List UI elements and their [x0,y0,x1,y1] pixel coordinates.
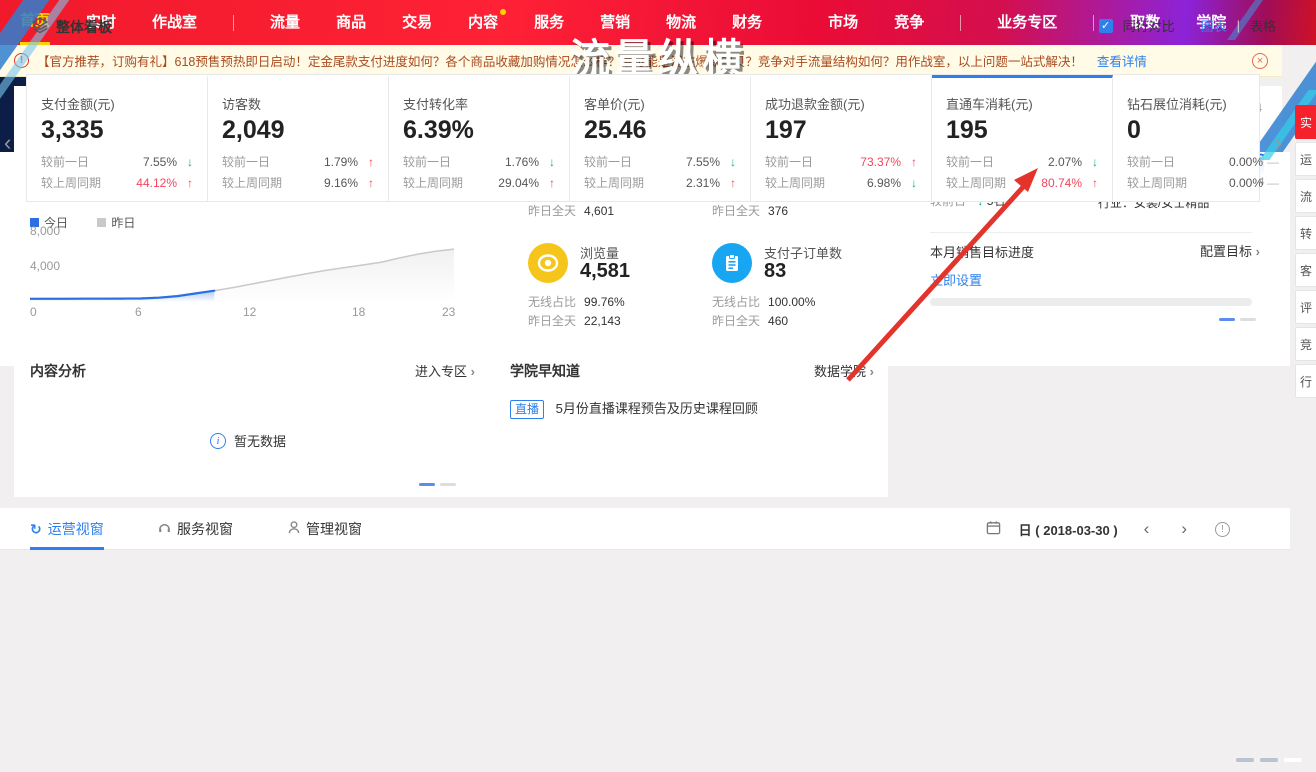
content-analysis-title: 内容分析 [30,361,86,381]
goal-title: 本月销售目标进度 [930,242,1034,261]
cards-next-button[interactable]: › [1275,130,1282,156]
prev-date-button[interactable]: ‹ [1144,519,1150,539]
layers-icon [32,17,48,38]
refresh-circle-icon: ↻ [30,521,42,537]
kpi-card-diamond-spend[interactable]: 钻石展位消耗(元) 0 较前一日0.00%— 较上周同期0.00%— [1113,75,1293,201]
tab-management-view[interactable]: 管理视窗 [288,508,362,550]
board-controls: ✓ 同行对比 图表 | 表格 [1099,16,1276,35]
next-date-button[interactable]: › [1181,519,1187,539]
content-zone-link[interactable]: 进入专区 › [415,361,475,380]
trend-arrow-icon: ↓ [720,155,736,169]
rail-item-operation[interactable]: 运 [1295,142,1316,176]
academy-link[interactable]: 数据学院 › [814,361,874,380]
course-item[interactable]: 直播 5月份直播课程预告及历史课程回顾 [510,398,758,419]
goal-config-link[interactable]: 配置目标 › [1200,241,1260,260]
kpi-card-ztc-spend[interactable]: 直通车消耗(元) 195 较前一日2.07%↓ 较上周同期80.74%↑ [932,75,1113,201]
peer-compare-label: 同行对比 [1123,16,1175,35]
realtime-line-chart [30,234,454,302]
trend-arrow-icon: ↑ [720,176,736,190]
trend-arrow-icon: ↑ [358,176,374,190]
trend-arrow-icon: ↑ [177,176,193,190]
goal-setup-link[interactable]: 立即设置 [930,270,982,289]
cards-prev-button[interactable]: ‹ [4,130,11,156]
kpi-card-payment[interactable]: 支付金额(元) 3,335 较前一日7.55%↓ 较上周同期44.12%↑ [27,75,208,201]
content-academy-panel: 内容分析 进入专区 › i 暂无数据 学院早知道 数据学院 › 直播 5月份直播… [14,345,888,497]
peer-compare-checkbox[interactable]: ✓ [1099,19,1113,33]
trend-arrow-icon: — [1263,176,1279,190]
tab-service-view[interactable]: 服务视窗 [158,508,233,550]
suborder-clipboard-icon [712,243,752,283]
content-pagination[interactable] [419,483,456,486]
quick-nav-rail: 实 运 流 转 客 评 竞 行 [1295,105,1316,401]
academy-title: 学院早知道 [510,361,580,381]
kpi-card-avg-order[interactable]: 客单价(元) 25.46 较前一日7.55%↓ 较上周同期2.31%↑ [570,75,751,201]
divider [930,232,1252,233]
empty-state: i 暂无数据 [210,431,286,450]
headset-icon [158,521,171,537]
person-icon [288,521,300,537]
date-label[interactable]: 日 ( 2018-03-30 ) [1019,520,1118,539]
trend-arrow-icon: ↑ [358,155,374,169]
kpi-card-visitors[interactable]: 访客数 2,049 较前一日1.79%↑ 较上周同期9.16%↑ [208,75,389,201]
trend-arrow-icon: ↑ [901,155,917,169]
trend-arrow-icon: ↓ [539,155,555,169]
view-tab-bar: ↻运营视窗 服务视窗 管理视窗 日 ( 2018-03-30 ) ‹ › ! [0,508,1290,550]
toggle-divider: | [1237,18,1240,33]
rail-item-competition[interactable]: 竞 [1295,327,1316,361]
pageview-eye-icon [528,243,568,283]
trend-arrow-icon: ↓ [1082,155,1098,169]
kpi-cards: 支付金额(元) 3,335 较前一日7.55%↓ 较上周同期44.12%↑ 访客… [26,74,1260,202]
table-toggle[interactable]: 表格 [1250,16,1276,35]
rail-item-conversion[interactable]: 转 [1295,216,1316,250]
live-badge: 直播 [510,400,544,419]
legend-yesterday-swatch [97,218,106,227]
trend-arrow-icon: ↓ [901,176,917,190]
trend-arrow-icon: — [1263,155,1279,169]
goal-progress-bar [930,298,1252,306]
board-title: 整体看板 [56,17,112,37]
info-icon: i [210,433,226,449]
kpi-card-refund[interactable]: 成功退款金额(元) 197 较前一日73.37%↑ 较上周同期6.98%↓ [751,75,932,201]
alert-info-icon[interactable]: ! [1215,522,1230,537]
kpi-card-conversion[interactable]: 支付转化率 6.39% 较前一日1.76%↓ 较上周同期29.04%↑ [389,75,570,201]
rail-item-traffic[interactable]: 流 [1295,179,1316,213]
chart-toggle[interactable]: 图表 [1201,16,1227,35]
date-controls: 日 ( 2018-03-30 ) ‹ › ! [986,508,1230,550]
rail-item-review[interactable]: 评 [1295,290,1316,324]
trend-arrow-icon: ↑ [539,176,555,190]
rail-item-industry[interactable]: 行 [1295,364,1316,398]
calendar-icon[interactable] [986,520,1001,538]
rail-item-realtime[interactable]: 实 [1295,105,1316,139]
shop-pagination[interactable] [1219,318,1256,321]
trend-arrow-icon: ↑ [1082,176,1098,190]
rail-item-customer[interactable]: 客 [1295,253,1316,287]
trend-arrow-icon: ↓ [177,155,193,169]
tab-operation-view[interactable]: ↻运营视窗 [30,508,104,550]
